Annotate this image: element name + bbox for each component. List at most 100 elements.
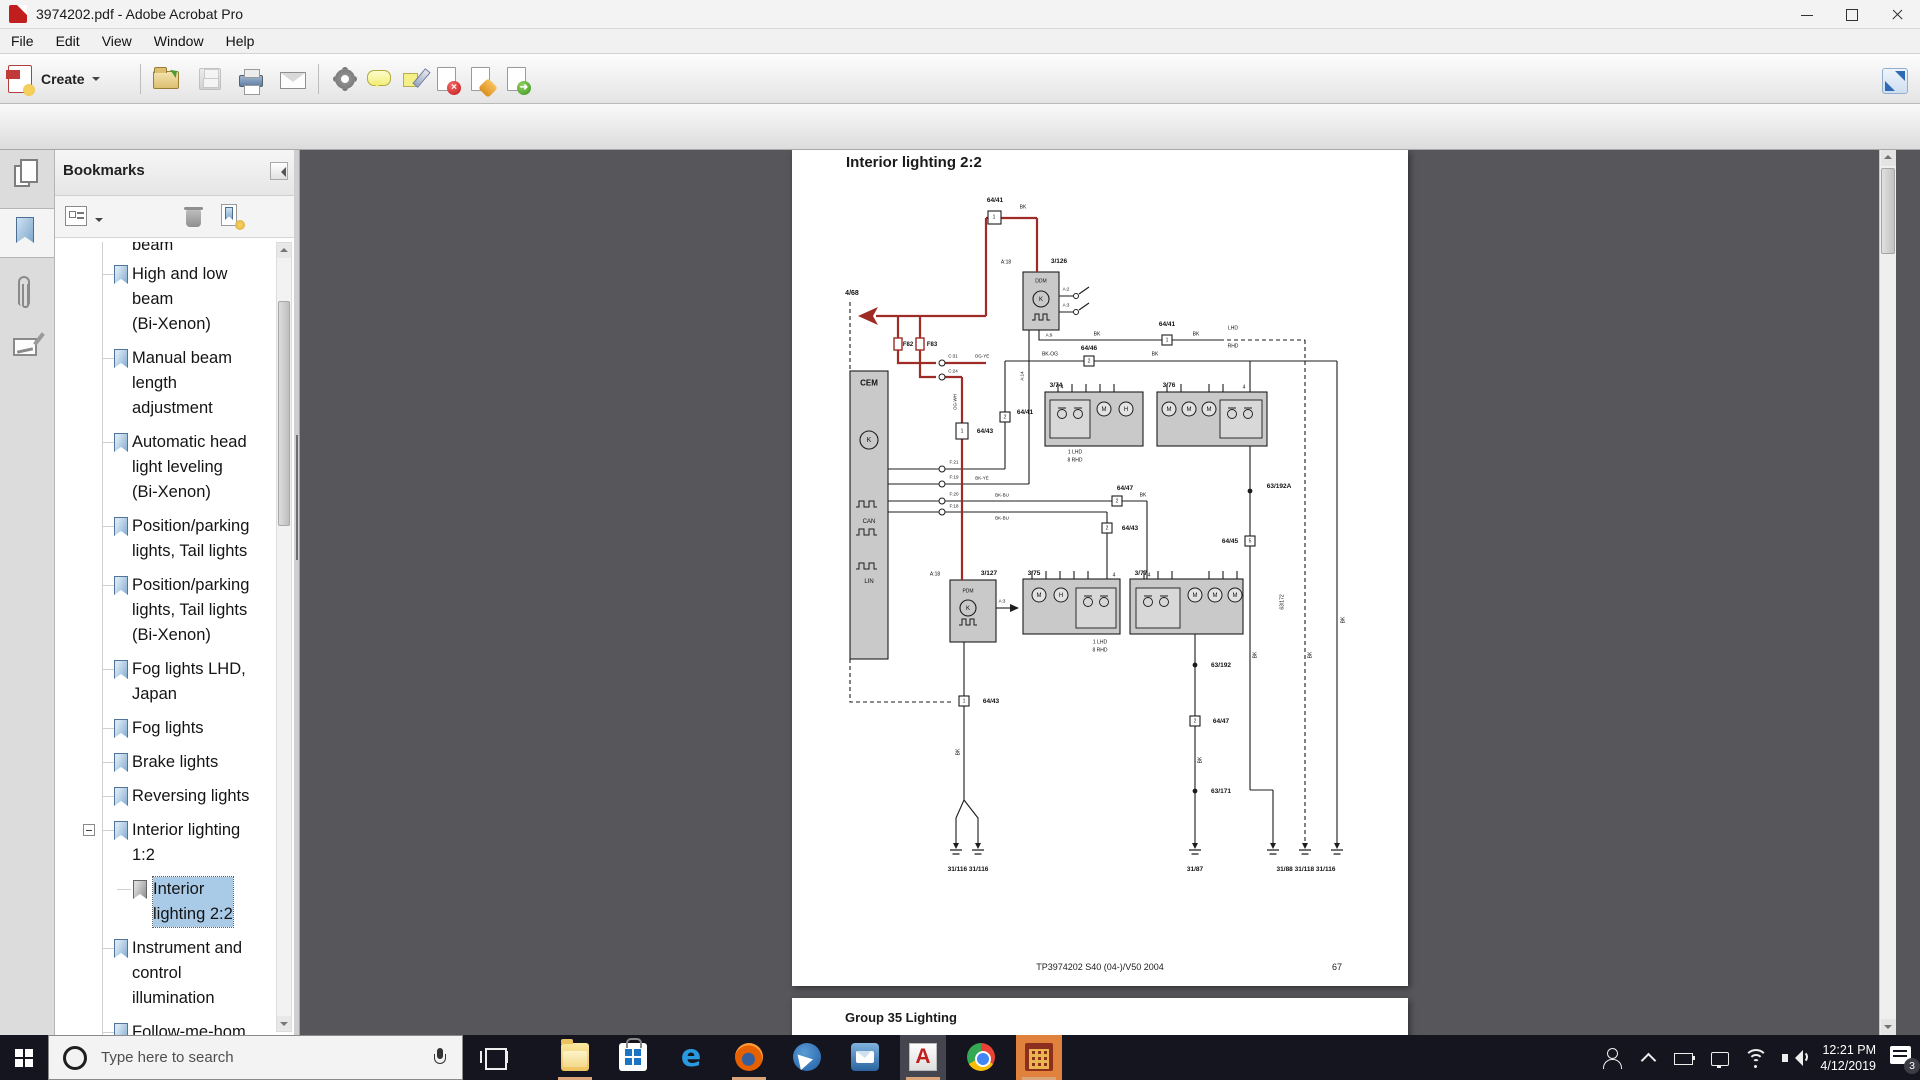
diagram-label: 2 xyxy=(1115,498,1119,504)
collapse-expander-icon[interactable] xyxy=(83,824,95,836)
bookmark-item[interactable]: High and low beam (Bi-Xenon) xyxy=(55,262,275,337)
comment-tool-button[interactable] xyxy=(362,63,396,95)
save-button[interactable] xyxy=(193,63,227,95)
bookmark-item[interactable]: Interior lighting 1:2 xyxy=(55,818,275,868)
bookmark-icon xyxy=(133,880,147,899)
taskbar-store[interactable] xyxy=(610,1035,656,1080)
taskbar-search-box[interactable]: Type here to search xyxy=(48,1035,463,1080)
device-icon[interactable] xyxy=(1707,1045,1733,1071)
battery-icon[interactable] xyxy=(1671,1045,1697,1071)
bookmark-item[interactable]: beam xyxy=(55,242,275,258)
scrollbar-thumb[interactable] xyxy=(278,301,290,526)
delete-pages-icon: × xyxy=(437,67,461,95)
insert-pages-icon xyxy=(471,67,498,98)
navigation-toolbar: / 214 − + 54.3% Tools Comment xyxy=(0,104,1920,254)
diagram-label: 4 xyxy=(1112,572,1116,578)
bookmark-item[interactable]: Reversing lights xyxy=(55,784,275,809)
diagram-label: BK-BU xyxy=(995,515,1009,521)
bookmark-item[interactable]: Instrument and control illumination xyxy=(55,936,275,1011)
taskbar-mail[interactable] xyxy=(842,1035,888,1080)
bookmarks-tab[interactable] xyxy=(0,208,54,258)
document-scrollbar[interactable] xyxy=(1879,150,1896,1035)
open-file-button[interactable] xyxy=(150,63,184,95)
clock-date: 4/12/2019 xyxy=(1820,1058,1876,1073)
screen: 3974202.pdf - Adobe Acrobat Pro File Edit… xyxy=(0,0,1920,1080)
minimize-button[interactable] xyxy=(1785,0,1830,29)
highlight-text-icon xyxy=(401,67,425,91)
bookmark-item[interactable]: Fog lights xyxy=(55,716,275,741)
diagram-label: 8 RHD xyxy=(1092,647,1108,653)
expand-toolbar-button[interactable] xyxy=(1878,63,1912,95)
show-hidden-icons-chevron[interactable] xyxy=(1635,1045,1661,1071)
bookmark-list: beam High and low beam (Bi-Xenon) Manual b… xyxy=(55,238,275,1035)
doc-scrollbar-thumb[interactable] xyxy=(1881,168,1895,254)
volume-icon[interactable] xyxy=(1779,1045,1809,1071)
bookmark-item[interactable]: Interior lighting 2:2 xyxy=(55,876,275,928)
signatures-tab[interactable] xyxy=(0,326,54,376)
bookmark-item[interactable]: Manual beam length adjustment xyxy=(55,346,275,421)
bookmarks-scrollbar[interactable] xyxy=(276,242,292,1032)
bookmark-label: Manual beam length adjustment xyxy=(132,349,232,417)
taskbar-acrobat[interactable]: A xyxy=(900,1035,946,1080)
diagram-label: 63/171 xyxy=(1211,787,1231,795)
settings-button[interactable] xyxy=(328,63,362,95)
menu-view[interactable]: View xyxy=(91,30,143,52)
scrollbar-up-arrow[interactable] xyxy=(277,243,291,258)
paperclip-icon xyxy=(18,276,30,308)
taskbar-edge[interactable]: e xyxy=(668,1035,714,1080)
bookmark-item[interactable]: Follow-me-hom lighting xyxy=(55,1020,275,1035)
maximize-button[interactable] xyxy=(1830,0,1875,29)
bookmark-item[interactable]: Position/parking lights, Tail lights (Bi… xyxy=(55,573,275,648)
close-button[interactable] xyxy=(1875,0,1920,29)
doc-scrollbar-up-arrow[interactable] xyxy=(1881,150,1896,166)
collapse-panel-button[interactable] xyxy=(270,162,288,180)
task-view-button[interactable] xyxy=(478,1043,512,1073)
delete-bookmark-button[interactable] xyxy=(183,205,205,229)
menu-help[interactable]: Help xyxy=(215,30,266,52)
wifi-icon[interactable] xyxy=(1743,1045,1769,1071)
pdf-page: Interior lighting 2:2 4/68 64/41 BK 1 A:… xyxy=(792,150,1408,986)
bookmark-item[interactable]: Automatic head light leveling (Bi-Xenon) xyxy=(55,430,275,505)
export-page-button[interactable]: ➜ xyxy=(500,63,534,95)
print-button[interactable] xyxy=(234,63,268,95)
start-button[interactable] xyxy=(0,1035,48,1080)
bookmark-label: Instrument and control illumination xyxy=(132,939,243,1007)
diagram-label: 4 xyxy=(1147,572,1151,578)
attachments-tab[interactable] xyxy=(0,268,54,318)
menu-window[interactable]: Window xyxy=(143,30,215,52)
page-thumbnails-tab[interactable] xyxy=(0,155,54,205)
file-explorer-icon xyxy=(561,1039,589,1071)
taskbar: Type here to search e A 12:21 PM 4/12/20… xyxy=(0,1035,1920,1080)
microphone-icon[interactable] xyxy=(434,1047,446,1068)
taskbar-chrome[interactable] xyxy=(958,1035,1004,1080)
taskbar-thunderbird[interactable] xyxy=(784,1035,830,1080)
taskbar-firefox[interactable] xyxy=(726,1035,772,1080)
new-bookmark-button[interactable] xyxy=(221,204,245,230)
taskbar-clock[interactable]: 12:21 PM 4/12/2019 xyxy=(1820,1042,1876,1074)
diagram-label: 1 xyxy=(1165,337,1169,343)
people-icon[interactable] xyxy=(1599,1045,1625,1071)
diagram-label: BK xyxy=(1019,204,1027,210)
system-tray: 12:21 PM 4/12/2019 3 xyxy=(1594,1035,1920,1080)
scrollbar-down-arrow[interactable] xyxy=(277,1016,291,1031)
email-button[interactable] xyxy=(276,63,310,95)
bookmark-item[interactable]: Fog lights LHD, Japan xyxy=(55,657,275,707)
bookmark-item[interactable]: Brake lights xyxy=(55,750,275,775)
highlight-button[interactable] xyxy=(396,63,430,95)
insert-pages-button[interactable] xyxy=(464,63,498,98)
diagram-label: 2 xyxy=(1087,358,1091,364)
main-toolbar: Create × ➜ xyxy=(0,54,1920,104)
bookmark-item[interactable]: Position/parking lights, Tail lights xyxy=(55,514,275,564)
delete-pages-button[interactable]: × xyxy=(430,63,464,95)
diagram-label: M xyxy=(1206,405,1212,413)
bookmark-options-button[interactable] xyxy=(65,206,103,228)
create-button[interactable]: Create xyxy=(6,62,130,96)
taskbar-file-explorer[interactable] xyxy=(552,1035,598,1080)
action-center-button[interactable]: 3 xyxy=(1886,1035,1920,1080)
options-list-icon xyxy=(65,206,87,226)
doc-scrollbar-down-arrow[interactable] xyxy=(1881,1019,1896,1035)
title-bar: 3974202.pdf - Adobe Acrobat Pro xyxy=(0,0,1920,29)
menu-file[interactable]: File xyxy=(0,30,45,52)
taskbar-attention-app[interactable] xyxy=(1016,1035,1062,1080)
menu-edit[interactable]: Edit xyxy=(45,30,91,52)
